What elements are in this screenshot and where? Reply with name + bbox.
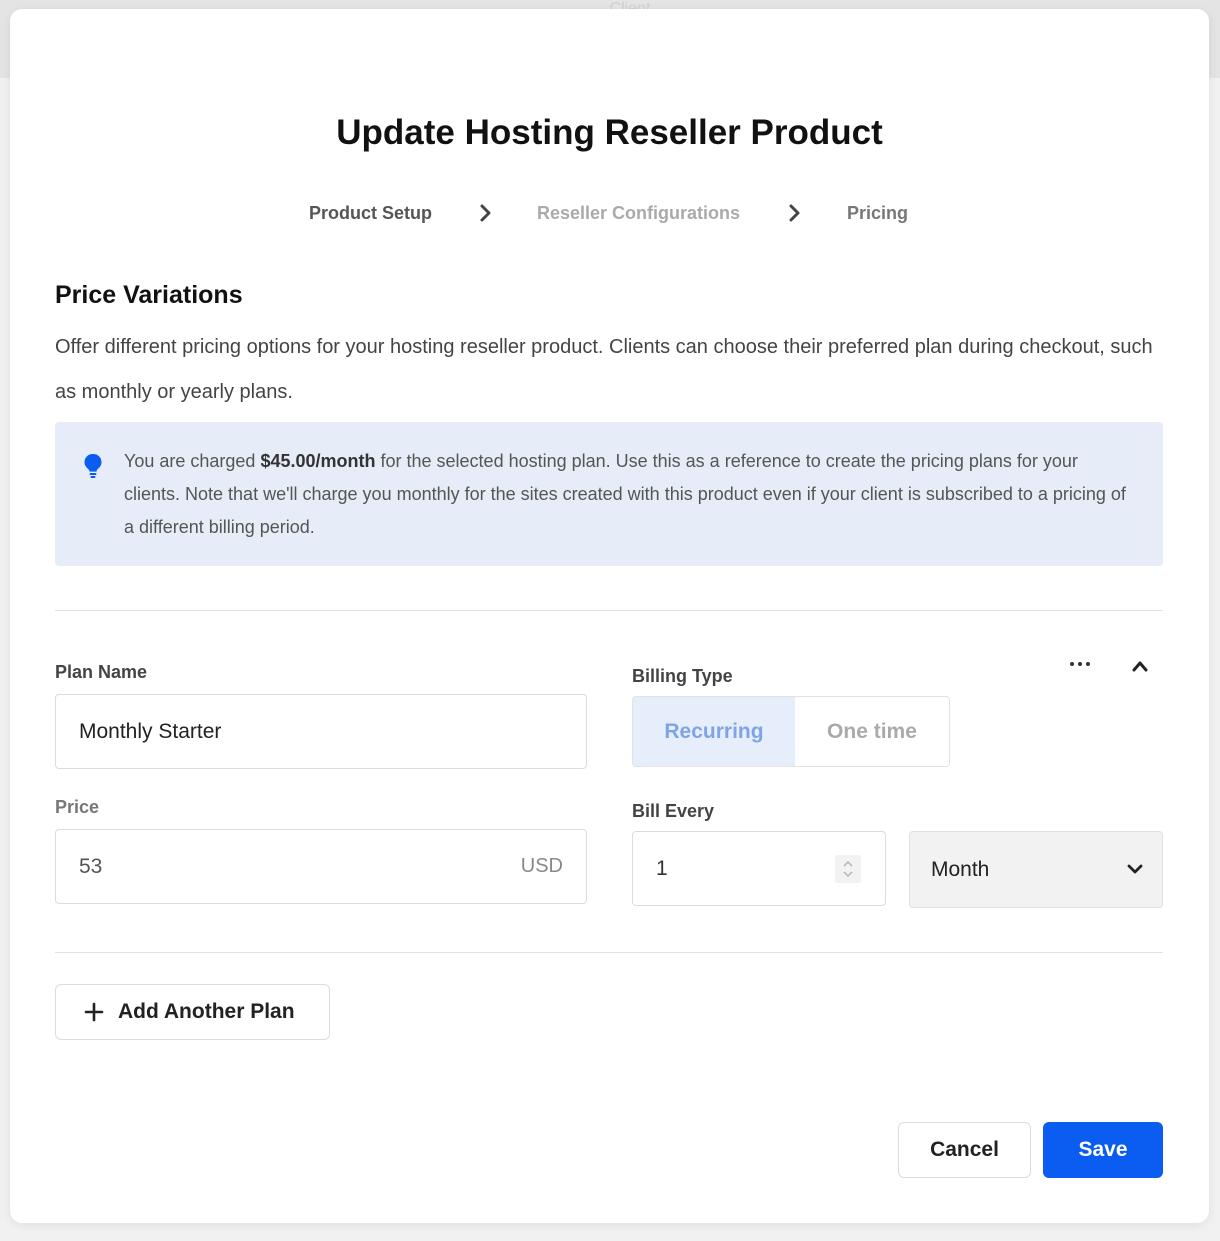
divider: [55, 610, 1163, 611]
add-another-plan-button[interactable]: Add Another Plan: [55, 984, 330, 1040]
bill-every-label: Bill Every: [632, 801, 715, 821]
number-stepper-icon[interactable]: [835, 855, 861, 883]
plus-icon: [84, 1002, 104, 1022]
chevron-right-icon: [789, 204, 800, 222]
info-banner: You are charged $45.00/month for the sel…: [55, 422, 1163, 566]
price-value: 53: [79, 854, 103, 878]
info-text: You are charged $45.00/month for the sel…: [124, 445, 1134, 544]
add-another-plan-label: Add Another Plan: [118, 1000, 295, 1023]
save-button[interactable]: Save: [1043, 1122, 1163, 1178]
billing-period-value: Month: [931, 857, 990, 881]
price-label: Price: [55, 797, 100, 817]
bill-every-value: 1: [656, 856, 668, 880]
more-options-icon[interactable]: [1068, 659, 1092, 669]
step-pricing[interactable]: Pricing: [847, 201, 908, 225]
chevron-up-icon[interactable]: [1131, 659, 1149, 673]
bill-every-input[interactable]: 1: [632, 831, 886, 906]
billing-type-toggle: Recurring One time: [632, 696, 950, 767]
update-product-modal: Update Hosting Reseller Product Product …: [10, 9, 1209, 1223]
currency-suffix: USD: [520, 855, 563, 877]
plan-name-label: Plan Name: [55, 662, 148, 682]
stepper-breadcrumb: Product Setup Reseller Configurations Pr…: [10, 201, 1209, 229]
lightbulb-icon: [84, 454, 102, 478]
chevron-right-icon: [480, 204, 491, 222]
modal-title: Update Hosting Reseller Product: [336, 113, 883, 152]
section-description: Offer different pricing options for your…: [55, 336, 1153, 403]
billing-option-one-time[interactable]: One time: [794, 697, 949, 766]
info-text-before: You are charged: [124, 451, 261, 471]
plan-name-input[interactable]: Monthly Starter: [55, 694, 587, 769]
step-reseller-configurations[interactable]: Reseller Configurations: [537, 201, 740, 225]
price-input[interactable]: 53 USD: [55, 829, 587, 904]
billing-option-recurring[interactable]: Recurring: [633, 697, 795, 766]
cancel-button[interactable]: Cancel: [898, 1122, 1031, 1178]
step-product-setup[interactable]: Product Setup: [309, 201, 432, 225]
billing-type-label: Billing Type: [632, 666, 733, 686]
plan-name-value: Monthly Starter: [79, 719, 222, 743]
section-title: Price Variations: [55, 281, 243, 309]
billing-period-select[interactable]: Month: [909, 831, 1163, 908]
info-charge-amount: $45.00/month: [260, 451, 376, 471]
divider: [55, 952, 1163, 953]
chevron-down-icon: [1127, 864, 1143, 874]
